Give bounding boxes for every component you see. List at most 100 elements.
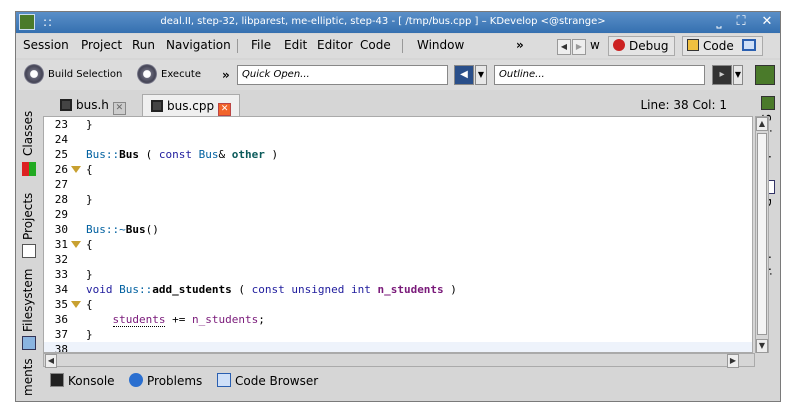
- close-button[interactable]: ✕: [758, 13, 776, 31]
- info-icon: [129, 373, 143, 387]
- pencil-icon: [687, 39, 699, 51]
- dock-tab-problems[interactable]: Problems: [129, 373, 202, 388]
- bug-icon: [613, 39, 625, 51]
- code-text: }: [86, 328, 93, 341]
- minimize-button[interactable]: ⎵: [710, 13, 728, 31]
- line-number: 38: [54, 343, 68, 353]
- menu-navigation[interactable]: Navigation: [166, 38, 231, 52]
- dock-tab-projects[interactable]: Projects: [21, 193, 35, 240]
- menu-editor[interactable]: Editor: [317, 38, 353, 52]
- current-code-line: 38: [44, 342, 752, 353]
- fold-marker-icon[interactable]: [71, 241, 81, 248]
- menu-overflow-button[interactable]: »: [516, 38, 524, 52]
- plugin-app-icon[interactable]: [755, 65, 775, 85]
- line-number: 30: [54, 223, 68, 236]
- toolbar-overflow-button[interactable]: »: [222, 64, 230, 86]
- line-number: 25: [54, 148, 68, 161]
- area-tab-debug-label: Debug: [629, 39, 669, 53]
- code-line: 24: [44, 132, 752, 147]
- tab-bus-cpp[interactable]: bus.cpp ✕: [142, 94, 241, 116]
- line-number: 31: [54, 238, 68, 251]
- menu-window[interactable]: Window: [417, 38, 464, 52]
- code-text: {: [86, 163, 93, 176]
- tab-bus-h[interactable]: bus.h ✕: [56, 94, 130, 116]
- close-tab-icon[interactable]: ✕: [218, 103, 232, 116]
- menu-separator: [402, 39, 403, 53]
- code-editor[interactable]: 23} 24 25 Bus::Bus ( const Bus& other ) 2…: [43, 116, 753, 353]
- outline-input[interactable]: Outline...: [494, 65, 705, 85]
- save-disk-icon: [60, 99, 72, 111]
- file-tab-bar: bus.h ✕ bus.cpp ✕ Line: 38 Col: 1: [43, 94, 755, 116]
- dock-tab-documents[interactable]: ments: [21, 358, 35, 396]
- scroll-up-icon[interactable]: ▲: [756, 117, 768, 131]
- menu-run[interactable]: Run: [132, 38, 155, 52]
- code-text: }: [86, 193, 93, 206]
- dock-tab-konsole[interactable]: Konsole: [50, 373, 115, 388]
- build-selection-button[interactable]: Build Selection: [24, 64, 122, 86]
- konsole-label: Konsole: [68, 374, 115, 388]
- quick-open-input[interactable]: Quick Open...: [237, 65, 448, 85]
- code-text: Bus::~Bus(): [86, 223, 159, 236]
- terminal-icon: [50, 373, 64, 387]
- kdevelop-app-icon[interactable]: [19, 14, 35, 30]
- maximize-button[interactable]: ⛶: [732, 13, 750, 31]
- scroll-down-icon[interactable]: ▼: [756, 339, 768, 353]
- run-launcher-icon[interactable]: ▸: [712, 65, 732, 85]
- line-number: 26: [54, 163, 68, 176]
- main-toolbar: Build Selection Execute » Quick Open... …: [16, 60, 780, 90]
- menu-project[interactable]: Project: [81, 38, 122, 52]
- launcher-dropdown-icon[interactable]: ▼: [733, 65, 743, 85]
- tab-label: bus.h: [76, 98, 109, 112]
- editor-vertical-scrollbar[interactable]: ▲ ▼: [755, 116, 769, 353]
- line-number: 24: [54, 133, 68, 146]
- close-tab-icon[interactable]: ✕: [112, 102, 126, 115]
- editor-horizontal-scrollbar[interactable]: ◀ ▶: [43, 353, 755, 368]
- execute-gear-icon: [137, 64, 157, 84]
- line-number: 35: [54, 298, 68, 311]
- menu-bar: Session Project Run Navigation File Edit…: [16, 34, 780, 58]
- scroll-right-icon[interactable]: ▶: [727, 354, 739, 368]
- line-number: 33: [54, 268, 68, 281]
- classes-icon: [22, 162, 36, 176]
- code-line: 34 void Bus::add_students ( const unsigne…: [44, 282, 752, 297]
- dock-tab-classes[interactable]: Classes: [21, 111, 35, 156]
- title-bar[interactable]: :: deal.II, step-32, libparest, me-ellip…: [16, 12, 780, 33]
- code-line: 32: [44, 252, 752, 267]
- line-number: 28: [54, 193, 68, 206]
- save-disk-icon: [151, 100, 163, 112]
- line-number: 27: [54, 178, 68, 191]
- menu-session[interactable]: Session: [23, 38, 69, 52]
- left-tool-dock: Classes Projects Filesystem ments: [16, 94, 41, 396]
- build-selection-label: Build Selection: [48, 69, 123, 80]
- area-tab-code[interactable]: Code: [682, 36, 763, 56]
- code-browser-icon: [217, 373, 231, 387]
- cursor-position-status: Line: 38 Col: 1: [640, 98, 728, 112]
- menu-separator: [237, 39, 238, 53]
- line-number: 34: [54, 283, 68, 296]
- dock-tab-filesystem[interactable]: Filesystem: [21, 269, 35, 332]
- area-tab-debug[interactable]: Debug: [608, 36, 676, 56]
- history-dropdown-icon[interactable]: ▼: [475, 65, 487, 85]
- line-number: 29: [54, 208, 68, 221]
- code-text: {: [86, 238, 93, 251]
- menu-code[interactable]: Code: [360, 38, 391, 52]
- window-grip[interactable]: ::: [43, 15, 53, 29]
- code-line: 37}: [44, 327, 752, 342]
- fold-marker-icon[interactable]: [71, 301, 81, 308]
- scrollbar-thumb[interactable]: [757, 133, 767, 335]
- area-scroll-right-icon[interactable]: ▶: [572, 39, 586, 55]
- line-number: 23: [54, 118, 68, 131]
- code-line: 28}: [44, 192, 752, 207]
- area-tab-partial[interactable]: w: [590, 38, 600, 52]
- code-text: {: [86, 298, 93, 311]
- dock-tab-code-browser[interactable]: Code Browser: [217, 373, 318, 388]
- navigate-back-icon[interactable]: ◀: [454, 65, 474, 85]
- window-title: deal.II, step-32, libparest, me-elliptic…: [160, 16, 606, 27]
- fold-marker-icon[interactable]: [71, 166, 81, 173]
- scroll-left-icon[interactable]: ◀: [45, 354, 57, 368]
- menu-file[interactable]: File: [251, 38, 271, 52]
- execute-button[interactable]: Execute: [137, 64, 201, 86]
- code-line: 36 students += n_students;: [44, 312, 752, 327]
- menu-edit[interactable]: Edit: [284, 38, 307, 52]
- area-scroll-left-icon[interactable]: ◀: [557, 39, 571, 55]
